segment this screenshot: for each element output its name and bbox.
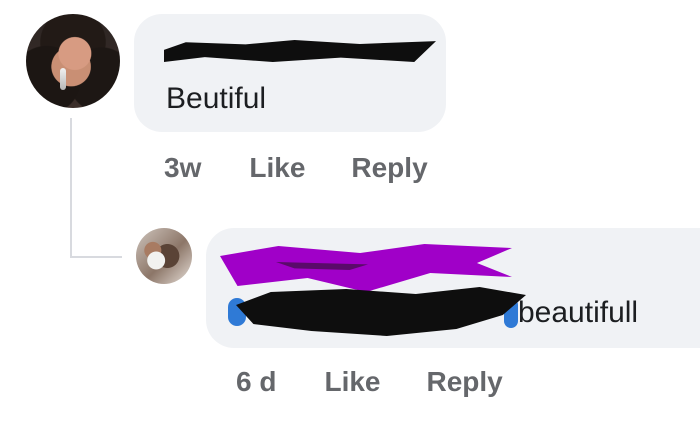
comment-time: 3w — [164, 152, 202, 183]
reply-time: 6 d — [236, 366, 277, 397]
earring-detail — [60, 68, 66, 90]
comment-text: Beutiful — [166, 82, 267, 115]
reply-text: beautifull — [518, 296, 639, 329]
avatar[interactable] — [26, 14, 120, 108]
thread-line — [70, 118, 72, 256]
thread-connector — [70, 256, 122, 258]
reply-button[interactable]: Reply — [351, 152, 427, 184]
like-button[interactable]: Like — [249, 152, 305, 184]
avatar[interactable] — [136, 228, 192, 284]
comment-actions: 3w Like Reply — [164, 152, 428, 184]
like-button[interactable]: Like — [324, 366, 380, 398]
reply-actions: 6 d Like Reply — [236, 366, 503, 398]
reply-button[interactable]: Reply — [427, 366, 503, 398]
